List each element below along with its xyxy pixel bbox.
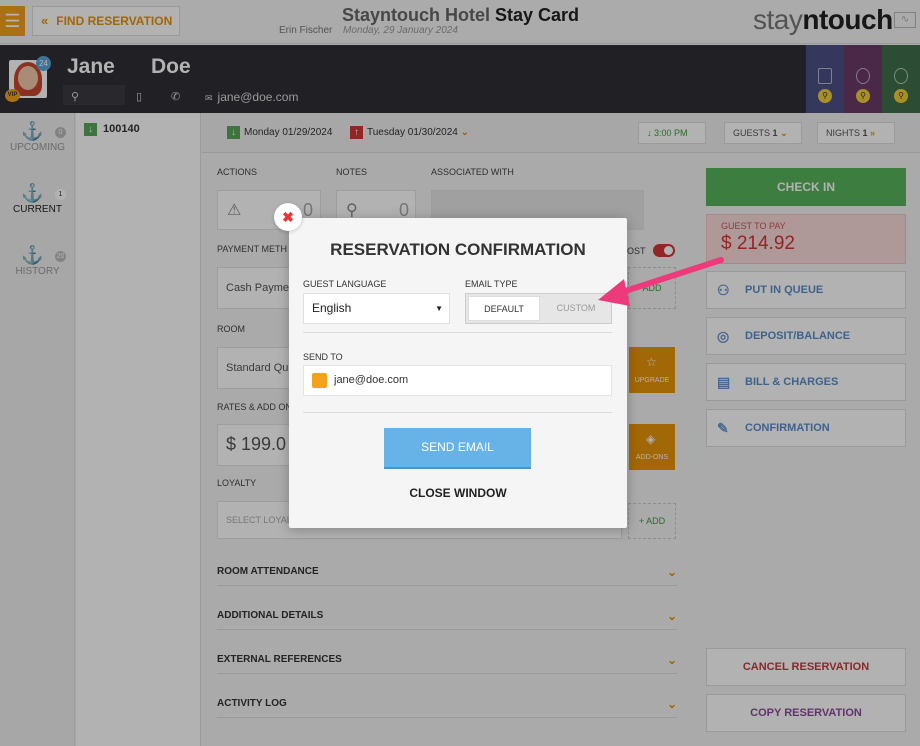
annotation-arrow (598, 257, 724, 306)
email-type-label: EMAIL TYPE (465, 279, 518, 289)
divider (303, 412, 612, 413)
caret-down-icon: ▼ (435, 304, 443, 313)
close-window-button[interactable]: CLOSE WINDOW (289, 486, 627, 500)
send-to-recipient[interactable]: jane@doe.com (303, 365, 612, 396)
close-icon[interactable]: ✖ (274, 203, 302, 231)
arrow-head (598, 279, 630, 306)
reservation-confirmation-modal: RESERVATION CONFIRMATION GUEST LANGUAGE … (289, 218, 627, 528)
guest-language-select[interactable]: English ▼ (303, 293, 450, 324)
email-type-default-option[interactable]: DEFAULT (468, 296, 540, 321)
guest-language-value: English (312, 301, 352, 315)
recipient-checkbox[interactable] (312, 373, 327, 388)
divider (303, 332, 612, 333)
send-to-label: SEND TO (303, 352, 343, 362)
arrow-shaft (613, 257, 724, 297)
modal-title: RESERVATION CONFIRMATION (330, 240, 586, 259)
send-email-button[interactable]: SEND EMAIL (384, 428, 531, 467)
guest-language-label: GUEST LANGUAGE (303, 279, 387, 289)
send-to-email: jane@doe.com (334, 374, 409, 386)
